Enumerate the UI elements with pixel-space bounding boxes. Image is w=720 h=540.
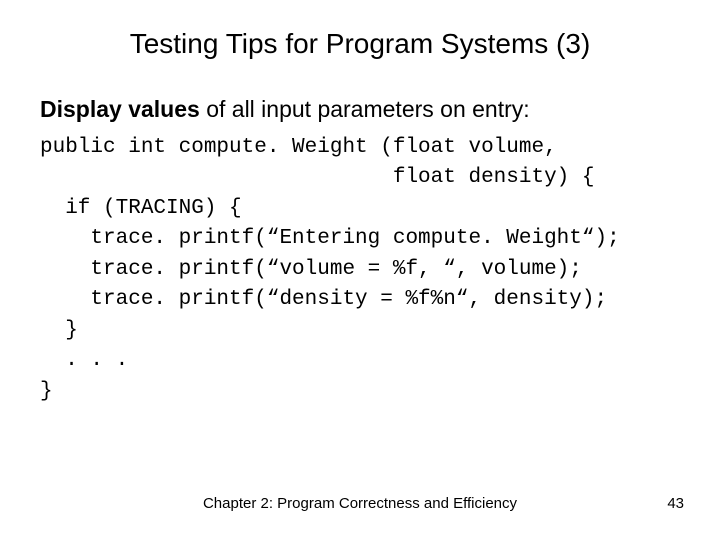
page-number: 43 (667, 495, 684, 512)
slide-title: Testing Tips for Program Systems (3) (0, 0, 720, 96)
subtitle-rest: of all input parameters on entry: (200, 96, 530, 122)
slide: Testing Tips for Program Systems (3) Dis… (0, 0, 720, 540)
subtitle-bold: Display values (40, 96, 200, 122)
code-block: public int compute. Weight (float volume… (0, 133, 720, 407)
footer-chapter: Chapter 2: Program Correctness and Effic… (0, 495, 720, 512)
subtitle: Display values of all input parameters o… (0, 96, 720, 133)
